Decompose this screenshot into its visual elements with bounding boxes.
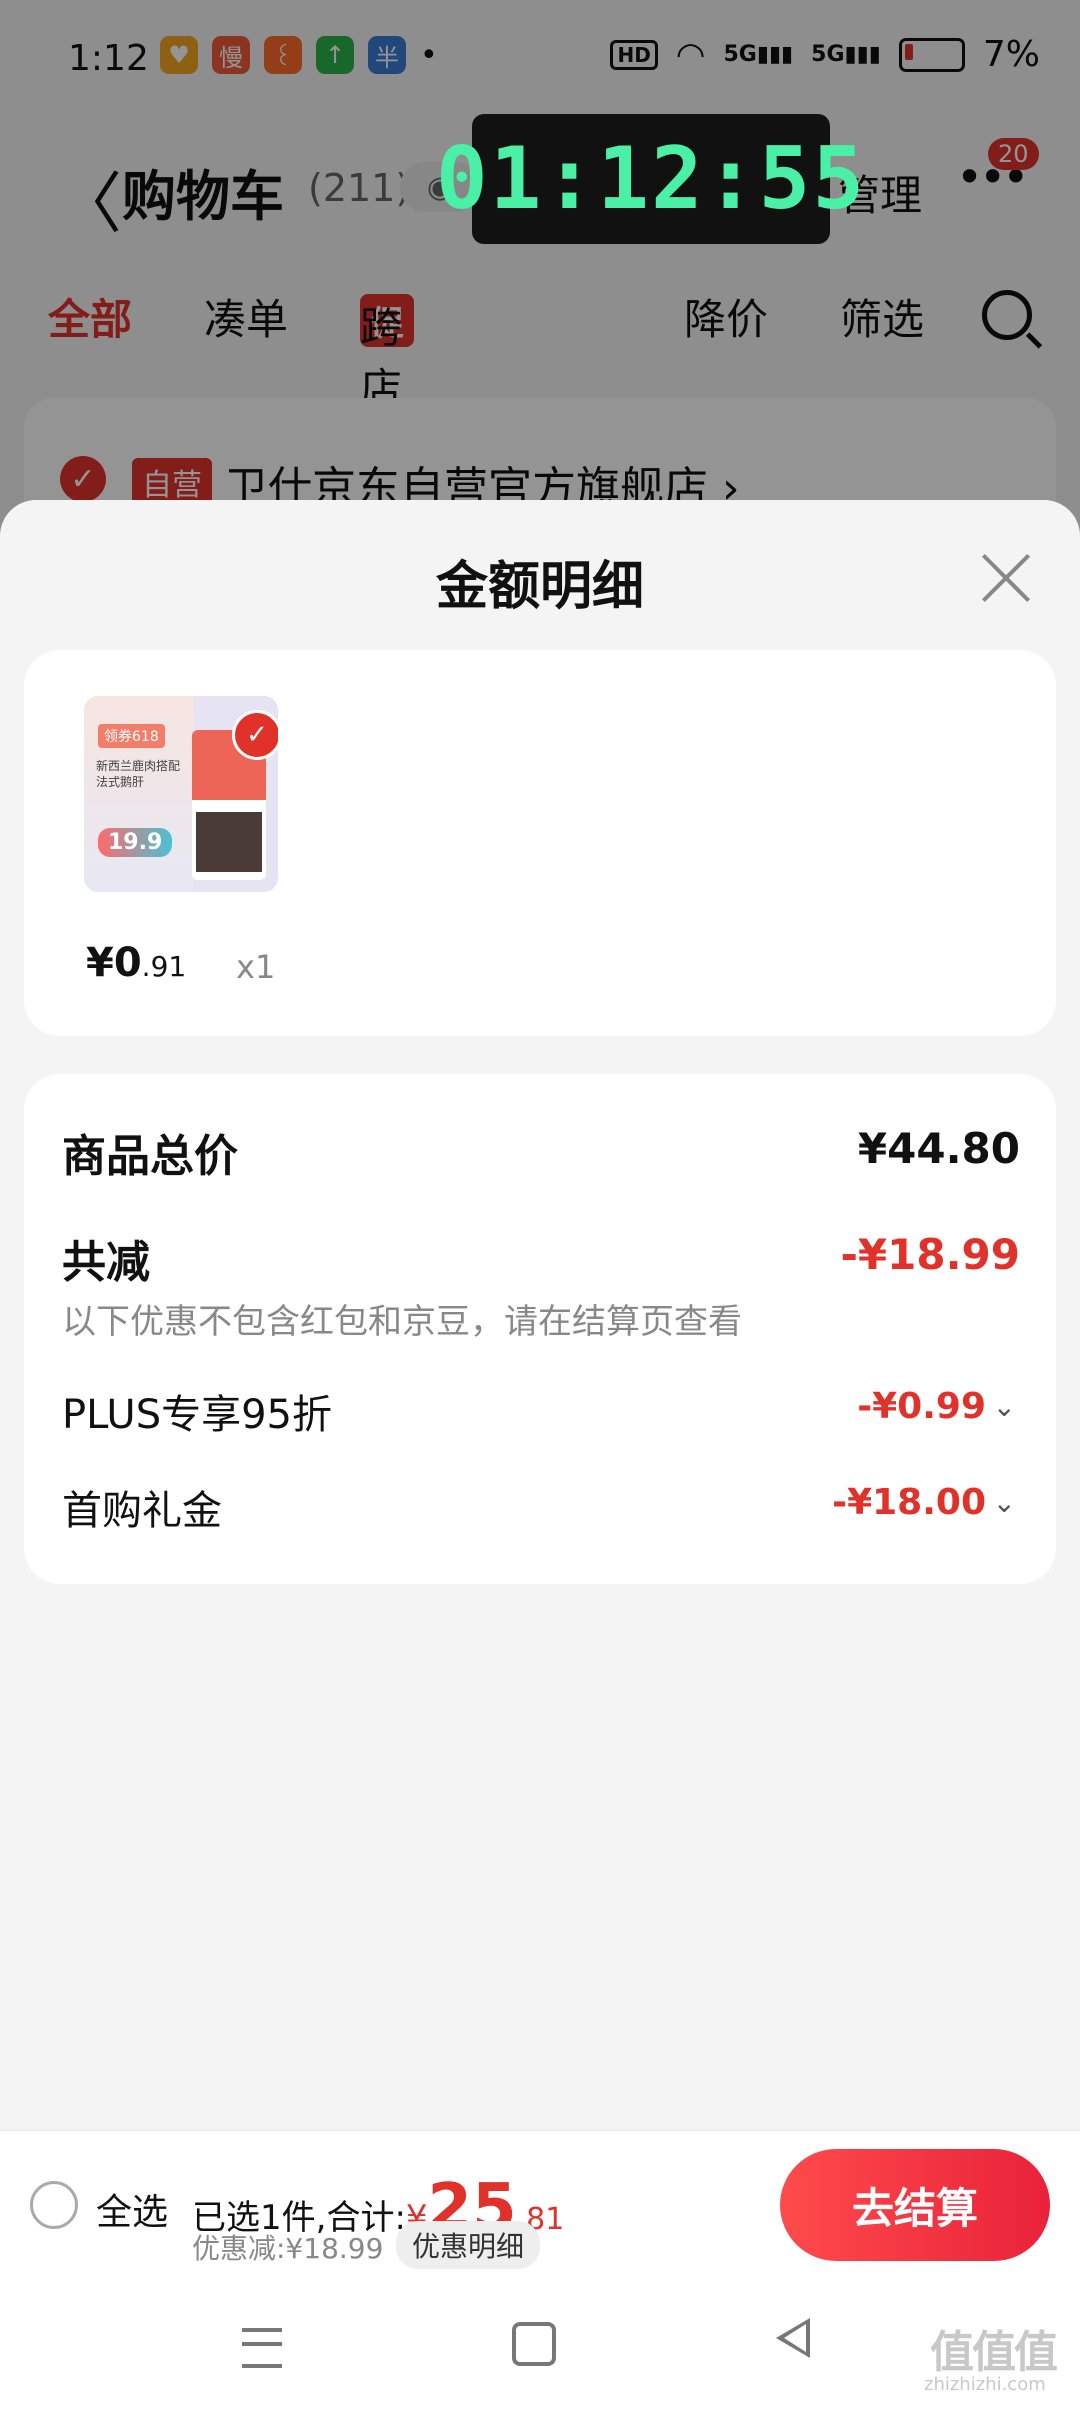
reduce-value: -¥18.99 — [840, 1230, 1020, 1279]
first-purchase-gift-label[interactable]: 首购礼金 — [62, 1478, 222, 1536]
watermark: 值值值 — [930, 2327, 1058, 2378]
back-triangle-icon[interactable] — [776, 2318, 810, 2358]
product-image-price: 19.9 — [98, 828, 173, 857]
amount-detail-sheet: 金额明细 领券618 新西兰鹿肉搭配法式鹅肝 19.9 ✓ ¥0.91 x1 商… — [0, 500, 1080, 2130]
discount-amount: 优惠减:¥18.99 — [192, 2232, 384, 2265]
product-image[interactable]: 领券618 新西兰鹿肉搭配法式鹅肝 19.9 ✓ — [84, 696, 278, 892]
reduce-label: 共减 — [62, 1237, 150, 1288]
discount-note: 以下优惠不包含红包和京豆，请在结算页查看 — [62, 1302, 742, 1342]
sheet-title: 金额明细 — [435, 557, 644, 617]
plus-discount-value[interactable]: -¥0.99 — [857, 1386, 986, 1427]
watermark-url: zhizhizhi.com — [924, 2374, 1046, 2395]
chevron-down-icon[interactable]: ⌄ — [993, 1390, 1016, 1423]
product-image-text: 新西兰鹿肉搭配法式鹅肝 — [96, 759, 181, 789]
close-icon[interactable] — [976, 548, 1036, 608]
checkout-button[interactable]: 去结算 — [780, 2149, 1050, 2261]
total-label: 商品总价 — [62, 1131, 238, 1182]
total-value: ¥44.80 — [857, 1124, 1020, 1173]
product-card: 领券618 新西兰鹿肉搭配法式鹅肝 19.9 ✓ ¥0.91 x1 — [24, 650, 1056, 1036]
home-icon[interactable] — [512, 2322, 556, 2366]
menu-icon[interactable] — [242, 2328, 282, 2368]
select-all-label[interactable]: 全选 — [96, 2183, 168, 2235]
chevron-down-icon[interactable]: ⌄ — [993, 1486, 1016, 1519]
unit-price: ¥0.91 — [86, 940, 187, 986]
system-nav-bar: 值值值 zhizhizhi.com — [0, 2278, 1080, 2412]
quantity: x1 — [236, 948, 276, 986]
discount-detail-button[interactable]: 优惠明细 — [396, 2221, 541, 2269]
selected-check-icon: ✓ — [232, 710, 278, 760]
select-all-radio[interactable] — [30, 2181, 78, 2229]
timer-overlay: 01:12:55 — [436, 114, 864, 244]
first-purchase-gift-value[interactable]: -¥18.00 — [832, 1482, 986, 1523]
price-detail-card: 商品总价 ¥44.80 共减 -¥18.99 以下优惠不包含红包和京豆，请在结算… — [24, 1074, 1056, 1584]
product-image-tag: 领券618 — [98, 724, 165, 748]
checkout-bar: 全选 已选1件,合计:¥25.81 优惠减:¥18.99 优惠明细 去结算 — [0, 2130, 1080, 2279]
plus-discount-label[interactable]: PLUS专享95折 — [62, 1382, 332, 1440]
